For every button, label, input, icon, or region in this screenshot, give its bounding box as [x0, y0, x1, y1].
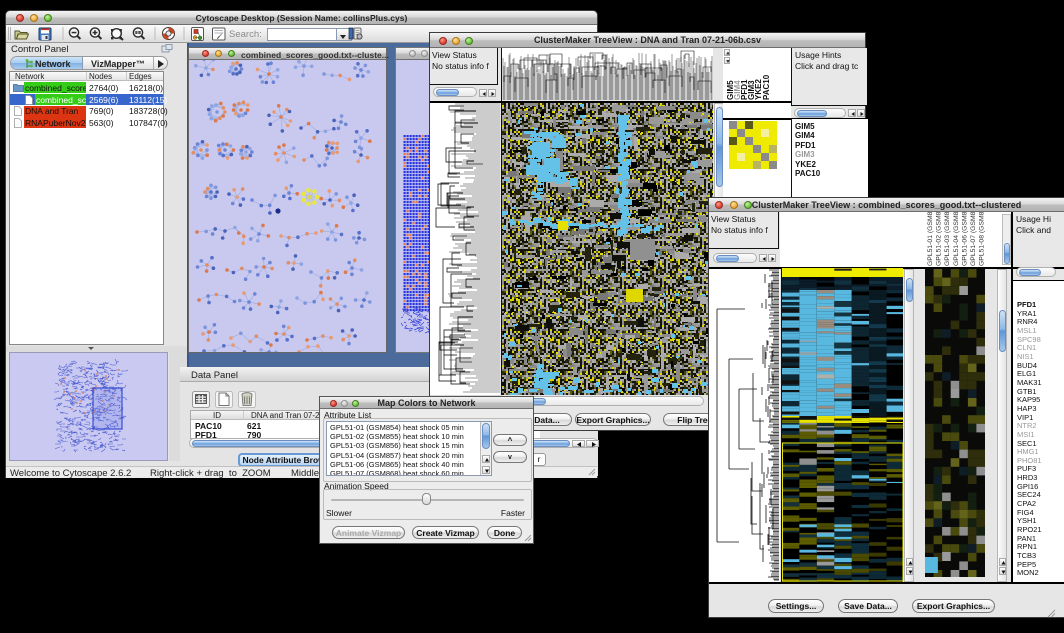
svg-text:GPL51-03 (GSM856: GPL51-03 (GSM856 [944, 212, 951, 266]
svg-text:GPL51-06 (GSM865: GPL51-06 (GSM865 [961, 212, 968, 266]
svg-text:PAC10: PAC10 [762, 74, 771, 100]
svg-text:GPL51-07 (GSM868: GPL51-07 (GSM868 [970, 212, 977, 266]
svg-text:GPL51-04 (GSM857: GPL51-04 (GSM857 [953, 212, 960, 266]
svg-text:GPL51-01 (GSM854: GPL51-01 (GSM854 [927, 212, 934, 266]
svg-text:GPL51-08 (GSM872): GPL51-08 (GSM872) [979, 212, 986, 266]
svg-text:GPL51-02 (GSM855: GPL51-02 (GSM855 [936, 212, 943, 266]
